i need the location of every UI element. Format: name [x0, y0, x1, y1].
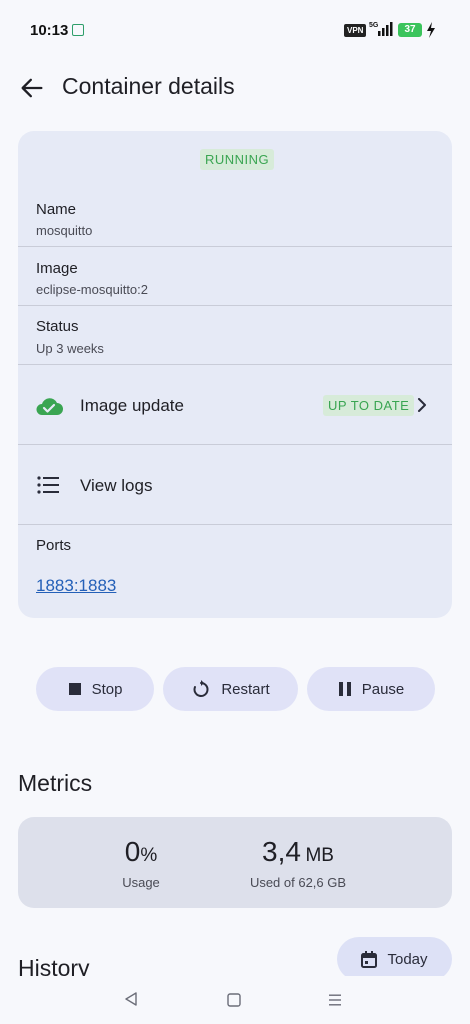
view-logs-label: View logs	[80, 476, 153, 495]
date-range-button[interactable]: Today	[337, 937, 452, 981]
divider	[18, 524, 452, 525]
notification-icon	[72, 24, 84, 36]
cpu-usage-caption: Usage	[122, 875, 160, 890]
stop-button[interactable]: Stop	[36, 667, 154, 711]
name-value: mosquitto	[36, 223, 93, 238]
chevron-right-icon	[418, 398, 426, 412]
history-heading: History	[18, 955, 90, 977]
memory-usage-caption: Used of 62,6 GB	[249, 875, 347, 890]
signal-icon: 5G	[369, 22, 393, 36]
page-title: Container details	[62, 73, 235, 99]
image-value: eclipse-mosquitto:2	[36, 282, 148, 297]
port-link[interactable]: 1883:1883	[36, 576, 116, 596]
ports-label: Ports	[36, 537, 72, 554]
date-range-label: Today	[387, 950, 428, 968]
cpu-unit: %	[140, 845, 158, 866]
stop-button-label: Stop	[91, 680, 123, 698]
cpu-usage-value: 0%	[101, 836, 181, 868]
status-badge: RUNNING	[200, 149, 275, 170]
vpn-icon: VPN	[344, 24, 367, 37]
restart-button[interactable]: Restart	[163, 667, 298, 711]
pause-button-label: Pause	[361, 680, 405, 698]
divider	[18, 305, 452, 306]
cloud-done-icon	[36, 398, 63, 415]
nav-back-icon[interactable]	[124, 992, 138, 1006]
status-value: Up 3 weeks	[36, 341, 104, 356]
mem-unit: MB	[305, 845, 334, 866]
stop-icon	[68, 683, 81, 695]
list-icon	[37, 476, 59, 494]
mem-value: 3,4	[262, 836, 301, 867]
pause-button[interactable]: Pause	[307, 667, 435, 711]
restart-button-label: Restart	[221, 680, 270, 698]
nav-home-icon[interactable]	[227, 993, 241, 1007]
metrics-heading: Metrics	[18, 770, 93, 796]
pause-icon	[338, 682, 351, 696]
back-arrow-icon[interactable]	[18, 74, 46, 102]
status-label: Status	[36, 318, 79, 335]
charging-icon	[427, 22, 435, 38]
status-time: 10:13	[30, 22, 69, 39]
network-type-label: 5G	[369, 22, 379, 29]
memory-usage-value: 3,4 MB	[228, 836, 368, 868]
name-label: Name	[36, 201, 77, 218]
restart-icon	[193, 680, 209, 697]
image-update-label: Image update	[80, 396, 184, 415]
image-label: Image	[36, 260, 78, 277]
update-status-badge: UP TO DATE	[323, 395, 415, 416]
cpu-value: 0	[124, 836, 141, 867]
nav-recents-icon[interactable]	[328, 993, 342, 1007]
calendar-icon	[361, 950, 378, 968]
divider	[18, 246, 452, 247]
battery-icon: 37	[398, 23, 422, 37]
